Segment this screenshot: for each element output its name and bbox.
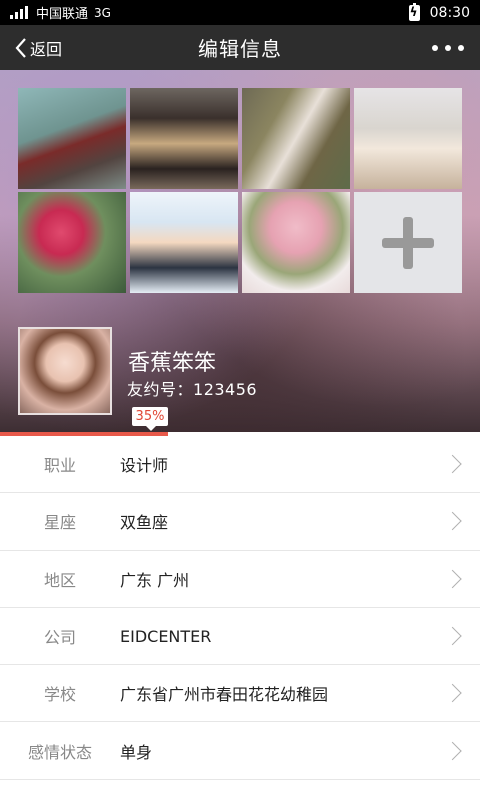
chevron-right-icon <box>443 626 462 646</box>
photo-thumbnail[interactable] <box>130 192 238 293</box>
row-value: 单身 <box>120 742 153 762</box>
chevron-right-icon <box>443 454 462 474</box>
photo-thumbnail[interactable] <box>18 192 126 293</box>
row-value: 广东 广州 <box>120 570 190 590</box>
profile-uid: 友约号：123456 <box>127 376 257 400</box>
row-value: 设计师 <box>120 456 169 476</box>
photo-thumbnail[interactable] <box>354 88 462 189</box>
info-row-occupation[interactable]: 职业 设计师 <box>0 436 480 494</box>
info-list: 职业 设计师 星座 双鱼座 地区 广东 广州 公司 EIDCENTER 学校 广… <box>0 436 480 780</box>
row-value: 广东省广州市春田花花幼稚园 <box>120 685 329 705</box>
more-button[interactable] <box>432 25 464 70</box>
row-label: 星座 <box>43 513 76 533</box>
photo-thumbnail[interactable] <box>18 88 126 189</box>
chevron-right-icon <box>443 741 462 760</box>
progress-badge: 35% <box>132 407 168 431</box>
network-type: 3G <box>94 5 111 20</box>
carrier-label: 中国联通 <box>36 7 89 22</box>
chevron-left-icon <box>15 37 26 58</box>
row-label: 地区 <box>43 570 76 590</box>
nav-bar: 返回 编辑信息 <box>0 25 480 70</box>
uid-label: 友约号： <box>127 380 194 399</box>
row-label: 公司 <box>43 628 76 648</box>
row-label: 学校 <box>43 685 76 705</box>
profile-header: 香蕉笨笨 友约号：123456 <box>0 70 480 432</box>
avatar[interactable] <box>18 327 112 415</box>
status-time: 08:30 <box>429 4 470 21</box>
more-dots-icon <box>432 44 438 51</box>
plus-icon <box>382 216 434 269</box>
profile-summary: 香蕉笨笨 友约号：123456 <box>0 310 480 432</box>
row-label: 职业 <box>43 456 76 476</box>
profile-name: 香蕉笨笨 <box>128 351 217 376</box>
photo-thumbnail[interactable] <box>242 88 350 189</box>
chevron-right-icon <box>443 569 462 588</box>
uid-value: 123456 <box>193 380 258 399</box>
back-button[interactable]: 返回 <box>14 25 62 70</box>
chevron-right-icon <box>443 684 462 703</box>
info-row-school[interactable]: 学校 广东省广州市春田花花幼稚园 <box>0 665 480 723</box>
chevron-right-icon <box>443 512 462 531</box>
row-value: 双鱼座 <box>120 513 169 533</box>
info-row-company[interactable]: 公司 EIDCENTER <box>0 607 480 666</box>
status-bar: 中国联通 3G 08:30 <box>0 0 480 25</box>
add-photo-button[interactable] <box>354 192 462 293</box>
back-label: 返回 <box>30 39 63 59</box>
signal-icon <box>10 6 28 19</box>
row-value: EIDCENTER <box>120 626 212 646</box>
photo-thumbnail[interactable] <box>242 192 350 293</box>
info-row-region[interactable]: 地区 广东 广州 <box>0 550 480 608</box>
page-title: 编辑信息 <box>198 37 282 61</box>
row-label: 感情状态 <box>27 742 92 762</box>
info-row-relationship[interactable]: 感情状态 单身 <box>0 722 480 780</box>
info-row-zodiac[interactable]: 星座 双鱼座 <box>0 493 480 551</box>
photo-thumbnail[interactable] <box>130 88 238 189</box>
battery-charging-icon <box>408 2 420 21</box>
